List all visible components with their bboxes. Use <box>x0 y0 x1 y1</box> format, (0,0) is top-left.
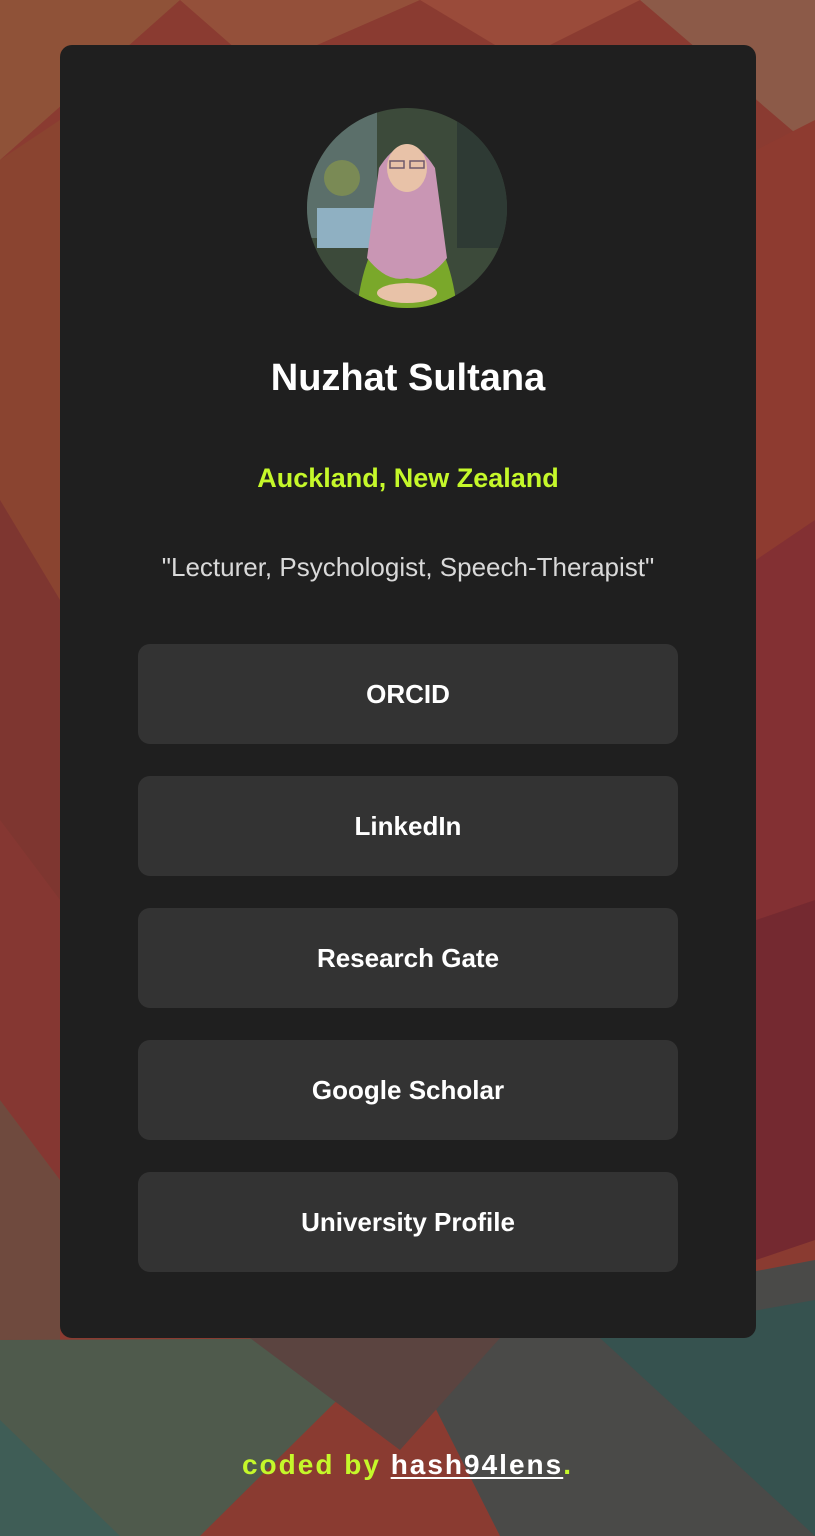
footer-author-link[interactable]: hash94lens <box>391 1449 564 1480</box>
profile-photo-icon <box>307 108 507 308</box>
profile-card: Nuzhat Sultana Auckland, New Zealand "Le… <box>60 45 756 1338</box>
link-button-linkedin[interactable]: LinkedIn <box>138 776 678 876</box>
footer-prefix: coded by <box>241 1449 391 1480</box>
link-button-orcid[interactable]: ORCID <box>138 644 678 744</box>
footer-suffix: . <box>563 1449 573 1480</box>
link-button-university-profile[interactable]: University Profile <box>138 1172 678 1272</box>
profile-bio: "Lecturer, Psychologist, Speech-Therapis… <box>161 552 655 582</box>
profile-name: Nuzhat Sultana <box>270 357 546 399</box>
social-links: ORCID LinkedIn Research Gate Google Scho… <box>138 644 678 1304</box>
link-button-google-scholar[interactable]: Google Scholar <box>138 1040 678 1140</box>
profile-location: Auckland, New Zealand <box>257 463 559 493</box>
link-button-research-gate[interactable]: Research Gate <box>138 908 678 1008</box>
footer-attribution: coded by hash94lens. <box>0 1443 815 1487</box>
profile-avatar <box>307 108 507 308</box>
